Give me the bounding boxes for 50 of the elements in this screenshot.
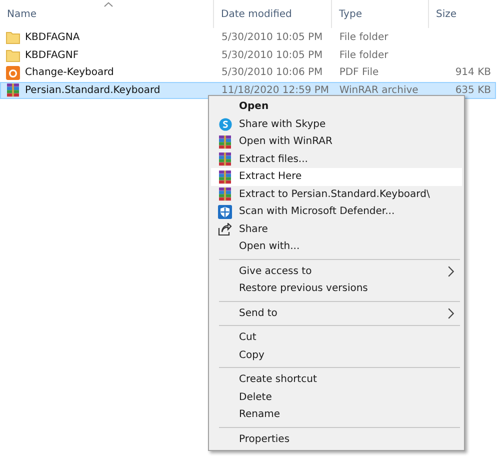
date-modified: 5/30/2010 10:05 PM — [222, 32, 323, 44]
file-size: 635 KB — [455, 84, 491, 96]
menu-item[interactable]: Extract to Persian.Standard.Keyboard\ — [211, 186, 462, 203]
menu-item[interactable]: Share with Skype — [211, 116, 462, 133]
menu-item[interactable]: Give access to — [211, 262, 462, 280]
archive-icon — [218, 152, 232, 166]
column-header[interactable]: Type — [339, 8, 362, 20]
file-type: PDF File — [339, 67, 379, 78]
column-header[interactable]: Name — [7, 8, 37, 20]
menu-item[interactable]: Extract files... — [211, 150, 462, 168]
archive-icon — [218, 187, 232, 202]
file-name: Persian.Standard.Keyboard — [25, 84, 160, 96]
menu-item[interactable]: Open with... — [211, 238, 462, 256]
menu-item[interactable]: Extract Here — [211, 168, 462, 186]
archive-icon — [218, 170, 232, 184]
menu-item[interactable]: Properties — [211, 430, 462, 448]
file-type: File folder — [339, 50, 388, 61]
folder-icon — [6, 31, 20, 44]
menu-item[interactable]: Send to — [211, 304, 462, 322]
menu-item[interactable]: Create shortcut — [211, 371, 462, 388]
menu-item[interactable]: Cut — [211, 329, 462, 346]
file-name: Change-Keyboard — [25, 67, 114, 78]
file-type: File folder — [339, 32, 388, 44]
archive-icon — [6, 83, 20, 98]
menu-item[interactable]: Delete — [211, 388, 462, 406]
menu-item[interactable]: Scan with Microsoft Defender... — [211, 203, 462, 220]
column-header[interactable]: Size — [436, 8, 457, 20]
folder-icon — [6, 48, 20, 62]
file-row[interactable]: KBDFAGNF 5/30/2010 10:05 PM File folder — [0, 46, 496, 64]
share-icon — [218, 222, 232, 236]
menu-item[interactable]: Copy — [211, 346, 462, 364]
date-modified: 11/18/2020 12:59 PM — [222, 84, 330, 96]
date-modified: 5/30/2010 10:05 PM — [222, 50, 323, 61]
menu-item[interactable]: Open with WinRAR — [211, 133, 462, 150]
file-name: KBDFAGNA — [25, 32, 80, 44]
document-icon — [6, 66, 20, 80]
menu-item[interactable]: Share — [211, 220, 462, 238]
file-row[interactable]: KBDFAGNA 5/30/2010 10:05 PM File folder — [0, 29, 496, 46]
menu-item[interactable]: Open — [211, 98, 462, 116]
menu-item[interactable]: Restore previous versions — [211, 280, 462, 298]
file-type: WinRAR archive — [339, 84, 418, 96]
column-header[interactable]: Date modified — [221, 8, 292, 20]
file-size: 914 KB — [455, 67, 491, 78]
file-row[interactable]: Change-Keyboard 5/30/2010 10:06 PM PDF File 914 KB — [0, 64, 496, 82]
shield-icon — [218, 204, 232, 219]
menu-item[interactable]: Rename — [211, 406, 462, 424]
archive-icon — [218, 134, 232, 149]
file-name: KBDFAGNF — [25, 50, 79, 61]
date-modified: 5/30/2010 10:06 PM — [222, 67, 323, 78]
chat-icon — [218, 118, 232, 131]
